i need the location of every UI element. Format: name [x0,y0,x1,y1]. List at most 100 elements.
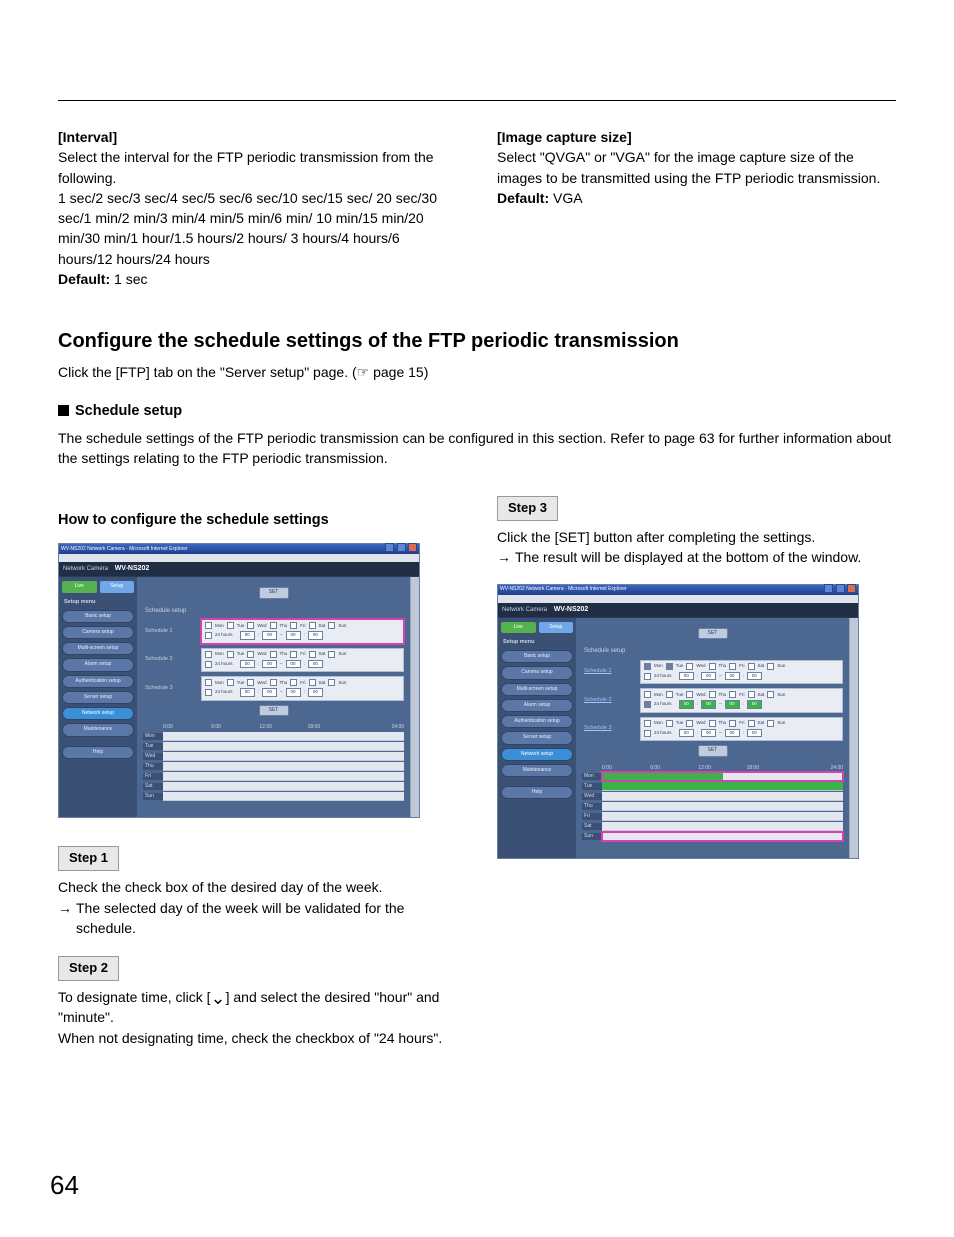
menu-basic-setup[interactable]: Basic setup [501,650,573,663]
top-rule [58,100,896,101]
top-columns: [Interval] Select the interval for the F… [58,127,896,289]
set-button-bottom[interactable]: SET [698,745,728,756]
schedule-1-label[interactable]: Schedule 1 [582,668,640,676]
setup-menu-title: Setup menu [64,599,134,607]
timeline-row-sat: Sat [143,781,404,791]
menu-basic-setup[interactable]: Basic setup [62,610,134,623]
window-title: WV-NS202 Network Camera - Microsoft Inte… [61,546,188,553]
close-icon[interactable] [847,584,856,593]
page-number: 64 [50,1167,79,1205]
section-intro-b: page 15) [369,364,428,380]
checkbox-tue[interactable] [227,622,234,629]
schedule-2-box: Mon Tue Wed Thu Fri Sat Sun 24 hours [201,648,404,673]
hour-to[interactable]: 00 [286,631,301,640]
nav-top-tabs: Live Setup [501,622,573,633]
set-button-top[interactable]: SET [698,628,728,639]
window-title: WV-NS202 Network Camera - Microsoft Inte… [500,586,627,593]
menu-help[interactable]: Help [62,746,134,759]
set-button-top[interactable]: SET [259,587,289,598]
checkbox-thu[interactable] [270,622,277,629]
schedule-2-label[interactable]: Schedule 2 [582,697,640,705]
schedule-panel-title: Schedule setup [584,647,843,656]
min-from[interactable]: 00 [262,631,277,640]
schedule-1-label: Schedule 1 [143,628,201,636]
minimize-icon[interactable] [385,543,394,552]
close-icon[interactable] [408,543,417,552]
menu-camera-setup[interactable]: Camera setup [62,626,134,639]
menu-multiscreen-setup[interactable]: Multi-screen setup [62,642,134,655]
timeline-row-sun: Sun [143,791,404,801]
timeline-row-wed: Wed [143,751,404,761]
menu-help[interactable]: Help [501,786,573,799]
timeline-ticks: 0:00 6:00 12:00 18:00 24:00 [602,765,843,772]
schedule-1-box: Mon Tue Wed Thu Fri Sat Sun 24 hours [640,660,843,685]
section-intro: Click the [FTP] tab on the "Server setup… [58,362,896,382]
menu-authentication-setup[interactable]: Authentication setup [501,715,573,728]
menu-maintenance[interactable]: Maintenance [62,723,134,736]
interval-heading: [Interval] [58,127,457,147]
min-to[interactable]: 00 [308,631,323,640]
set-button-bottom[interactable]: SET [259,705,289,716]
arrow-right-icon: → [497,547,515,567]
schedule-3-box: Mon Tue Wed Thu Fri Sat Sun 24 hours [640,717,843,742]
schedule-1-box: Mon Tue Wed Thu Fri Sat Sun 24 hours [201,619,404,644]
tab-setup[interactable]: Setup [539,622,574,633]
checkbox-wed[interactable] [247,622,254,629]
menu-server-setup[interactable]: Server setup [501,731,573,744]
arrow-right-icon: → [58,898,76,939]
interval-default-label: Default: [58,271,110,287]
nav-top-tabs: Live Setup [62,581,134,592]
tab-live[interactable]: Live [501,622,536,633]
menu-authentication-setup[interactable]: Authentication setup [62,675,134,688]
screenshot-2: WV-NS202 Network Camera - Microsoft Inte… [497,584,859,859]
interval-column: [Interval] Select the interval for the F… [58,127,457,289]
browser-body: Live Setup Setup menu Basic setup Camera… [59,577,419,817]
menu-multiscreen-setup[interactable]: Multi-screen setup [501,683,573,696]
minimize-icon[interactable] [824,584,833,593]
checkbox-sat[interactable] [309,622,316,629]
checkbox-mon[interactable] [205,622,212,629]
menu-alarm-setup[interactable]: Alarm setup [501,699,573,712]
scrollbar[interactable] [410,577,419,817]
step-1-line1: Check the check box of the desired day o… [58,877,457,897]
schedule-2-box: Mon Tue Wed Thu Fri Sat Sun 24 hours [640,688,843,713]
left-nav-pane: Live Setup Setup menu Basic setup Camera… [498,618,576,858]
timeline-row-thu: Thu [582,802,843,812]
menu-alarm-setup[interactable]: Alarm setup [62,658,134,671]
browser-toolbar [59,554,419,562]
menu-camera-setup[interactable]: Camera setup [501,666,573,679]
interval-default-value: 1 sec [110,271,147,287]
schedule-1-time: 24 hours 00: 00– 00: 00 [205,631,400,640]
hour-from[interactable]: 00 [240,631,255,640]
scrollbar[interactable] [849,618,858,858]
section-intro-a: Click the [FTP] tab on the "Server setup… [58,364,357,380]
timeline-row-fri: Fri [143,771,404,781]
timeline-row-wed: Wed [582,792,843,802]
step-1-line2: → The selected day of the week will be v… [58,898,457,939]
schedule-row-2: Schedule 2 Mon Tue Wed Thu Fri Sat Sun [582,688,843,713]
setup-menu-title: Setup menu [503,639,573,647]
maximize-icon[interactable] [397,543,406,552]
tab-live[interactable]: Live [62,581,97,592]
model-strip: Network Camera WV-NS202 [498,603,858,618]
step-2-line2: When not designating time, check the che… [58,1028,457,1048]
step-2-line1a: To designate time, click [ [58,989,211,1005]
timeline-row-sun: Sun [582,832,843,842]
menu-network-setup[interactable]: Network setup [501,748,573,761]
schedule-3-box: Mon Tue Wed Thu Fri Sat Sun 24 hours [201,676,404,701]
menu-maintenance[interactable]: Maintenance [501,764,573,777]
checkbox-sun[interactable] [328,622,335,629]
image-size-default-value: VGA [549,190,582,206]
menu-network-setup[interactable]: Network setup [62,707,134,720]
maximize-icon[interactable] [836,584,845,593]
schedule-setup-body: The schedule settings of the FTP periodi… [58,428,896,469]
schedule-3-label[interactable]: Schedule 3 [582,725,640,733]
tab-setup[interactable]: Setup [100,581,135,592]
timeline-row-thu: Thu [143,761,404,771]
schedule-panel-title: Schedule setup [145,607,404,616]
menu-server-setup[interactable]: Server setup [62,691,134,704]
checkbox-fri[interactable] [290,622,297,629]
checkbox-24h[interactable] [205,632,212,639]
window-control-buttons [823,584,856,596]
interval-default: Default: 1 sec [58,269,457,289]
